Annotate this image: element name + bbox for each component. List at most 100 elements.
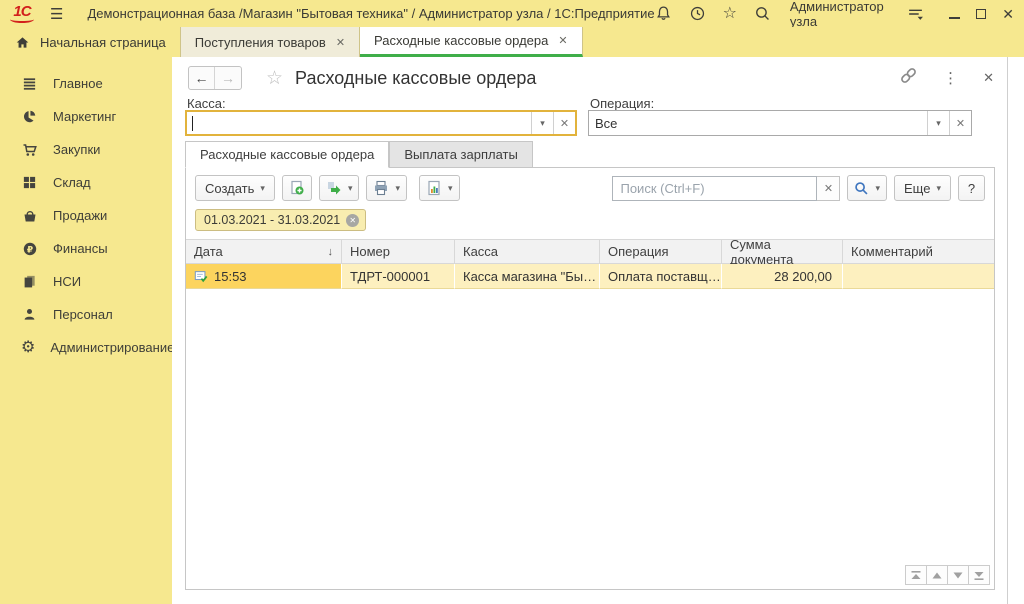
operation-clear-icon[interactable]: ✕ xyxy=(949,111,971,135)
column-date[interactable]: Дата ↓ xyxy=(186,239,342,264)
sidebar-item-glavnoe[interactable]: Главное xyxy=(0,67,172,100)
operation-field[interactable]: ▾ ✕ xyxy=(588,110,972,136)
sort-desc-icon: ↓ xyxy=(328,246,334,258)
cell-date[interactable]: 15:53 xyxy=(186,264,342,289)
go-prev-icon[interactable] xyxy=(926,565,948,585)
person-icon xyxy=(21,306,38,323)
help-button[interactable]: ? xyxy=(958,175,985,201)
sidebar-item-prodazhi[interactable]: Продажи xyxy=(0,199,172,232)
tab-home-page[interactable]: Начальная страница xyxy=(0,27,181,57)
titlebar-right: ☆ Администратор узла ✕ xyxy=(655,0,1014,29)
cell-comment[interactable] xyxy=(843,264,994,289)
history-icon[interactable] xyxy=(689,5,706,22)
form-close-icon[interactable]: ✕ xyxy=(983,70,994,86)
menu-lines-icon xyxy=(21,75,38,92)
notifications-bell-icon[interactable] xyxy=(655,5,672,22)
form-header: ← → ☆ Расходные кассовые ордера ⋮ ✕ xyxy=(188,65,994,91)
column-comment[interactable]: Комментарий xyxy=(843,239,994,264)
tab-close-icon[interactable]: ✕ xyxy=(558,34,567,47)
tab-rashodnye-kassovye-ordera[interactable]: Расходные кассовые ордера ✕ xyxy=(360,27,583,57)
search-input[interactable] xyxy=(612,176,817,201)
history-nav: ← → xyxy=(188,66,242,90)
reports-button[interactable]: ▾ xyxy=(419,175,460,201)
tab-postupleniya-tovarov[interactable]: Поступления товаров ✕ xyxy=(181,27,360,57)
get-link-icon[interactable] xyxy=(899,66,918,90)
sidebar-item-nsi[interactable]: НСИ xyxy=(0,265,172,298)
cell-amount[interactable]: 28 200,00 xyxy=(722,264,843,289)
forward-button[interactable]: → xyxy=(215,67,241,89)
basket-icon xyxy=(21,207,38,224)
kassa-label: Касса: xyxy=(187,96,226,111)
magnifier-icon xyxy=(854,181,869,196)
chip-close-icon[interactable]: ✕ xyxy=(346,214,359,227)
list-panel: Создать▾ ▾ ▾ ▾ xyxy=(185,167,995,590)
go-next-icon[interactable] xyxy=(947,565,969,585)
tab-close-icon[interactable]: ✕ xyxy=(336,36,345,49)
grid-icon xyxy=(21,174,38,191)
go-first-icon[interactable] xyxy=(905,565,927,585)
list-tabs: Расходные кассовые ордера Выплата зарпла… xyxy=(185,141,533,168)
sidebar-item-administrirovanie[interactable]: ⚙ Администрирование xyxy=(0,331,172,364)
sidebar-item-finansy[interactable]: ₽ Финансы xyxy=(0,232,172,265)
tab-bar: Начальная страница Поступления товаров ✕… xyxy=(0,27,1024,57)
column-number[interactable]: Номер xyxy=(342,239,455,264)
logo-text: 1С xyxy=(13,5,30,18)
svg-text:₽: ₽ xyxy=(26,244,32,254)
table-header: Дата ↓ Номер Касса Операция Сумма докуме… xyxy=(186,239,994,264)
maximize-button[interactable] xyxy=(976,9,986,19)
current-user[interactable]: Администратор узла xyxy=(790,0,888,29)
list-scroll-buttons xyxy=(906,565,990,585)
more-menu-icon[interactable]: ⋮ xyxy=(943,69,958,87)
go-last-icon[interactable] xyxy=(968,565,990,585)
gear-icon: ⚙ xyxy=(21,339,35,356)
create-group-button[interactable] xyxy=(282,175,312,201)
tab-rashodnye-ordera-list[interactable]: Расходные кассовые ордера xyxy=(185,141,389,168)
kassa-input[interactable] xyxy=(193,112,531,134)
cell-operation[interactable]: Оплата поставщ… xyxy=(600,264,722,289)
period-filter-chip[interactable]: 01.03.2021 - 31.03.2021 ✕ xyxy=(195,209,366,231)
favorites-star-icon[interactable]: ☆ xyxy=(723,5,737,22)
more-button[interactable]: Еще▾ xyxy=(894,175,951,201)
sidebar-item-personal[interactable]: Персонал xyxy=(0,298,172,331)
right-divider xyxy=(1007,57,1008,604)
back-button[interactable]: ← xyxy=(189,67,215,89)
window-close-button[interactable]: ✕ xyxy=(1002,7,1014,21)
advanced-search-button[interactable]: ▾ xyxy=(847,175,887,201)
create-based-on-button[interactable]: ▾ xyxy=(319,175,360,201)
table-row[interactable]: 15:53 ТДРТ-000001 Касса магазина "Бы… Оп… xyxy=(186,264,994,289)
minimize-button[interactable] xyxy=(949,17,960,19)
cell-number[interactable]: ТДРТ-000001 xyxy=(342,264,455,289)
service-menu-icon[interactable] xyxy=(907,5,924,22)
1c-logo[interactable]: 1С xyxy=(10,5,34,23)
sidebar-item-marketing[interactable]: Маркетинг xyxy=(0,100,172,133)
main-menu-icon[interactable]: ☰ xyxy=(50,5,63,23)
kassa-clear-icon[interactable]: ✕ xyxy=(553,112,575,134)
filter-row: 01.03.2021 - 31.03.2021 ✕ xyxy=(186,207,994,237)
column-kassa[interactable]: Касса xyxy=(455,239,600,264)
search-clear-icon[interactable]: ✕ xyxy=(817,176,840,201)
tab-label: Начальная страница xyxy=(40,35,166,50)
print-button[interactable]: ▾ xyxy=(366,175,407,201)
create-button[interactable]: Создать▾ xyxy=(195,175,275,201)
sidebar-item-zakupki[interactable]: Закупки xyxy=(0,133,172,166)
tab-vyplata-zarplaty[interactable]: Выплата зарплаты xyxy=(389,141,533,168)
logo-swoosh xyxy=(10,18,34,23)
cell-kassa[interactable]: Касса магазина "Бы… xyxy=(455,264,600,289)
window-controls: ✕ xyxy=(949,7,1014,21)
column-operation[interactable]: Операция xyxy=(600,239,722,264)
kassa-dropdown-icon[interactable]: ▾ xyxy=(531,112,553,134)
operation-input[interactable] xyxy=(589,111,927,135)
ruble-icon: ₽ xyxy=(21,240,38,257)
dropdown-icon: ▾ xyxy=(936,183,941,194)
sidebar-item-sklad[interactable]: Склад xyxy=(0,166,172,199)
green-arrow-icon xyxy=(326,180,342,196)
operation-dropdown-icon[interactable]: ▾ xyxy=(927,111,949,135)
add-favorite-star-icon[interactable]: ☆ xyxy=(266,67,283,90)
search-icon[interactable] xyxy=(754,5,771,22)
sidebar: Главное Маркетинг Закупки Склад Продажи xyxy=(0,57,172,604)
kassa-field[interactable]: ▾ ✕ xyxy=(185,110,577,136)
dropdown-icon: ▾ xyxy=(395,183,400,194)
document-plus-icon xyxy=(289,180,305,196)
pages-icon xyxy=(21,273,38,290)
column-amount[interactable]: Сумма документа xyxy=(722,239,843,264)
